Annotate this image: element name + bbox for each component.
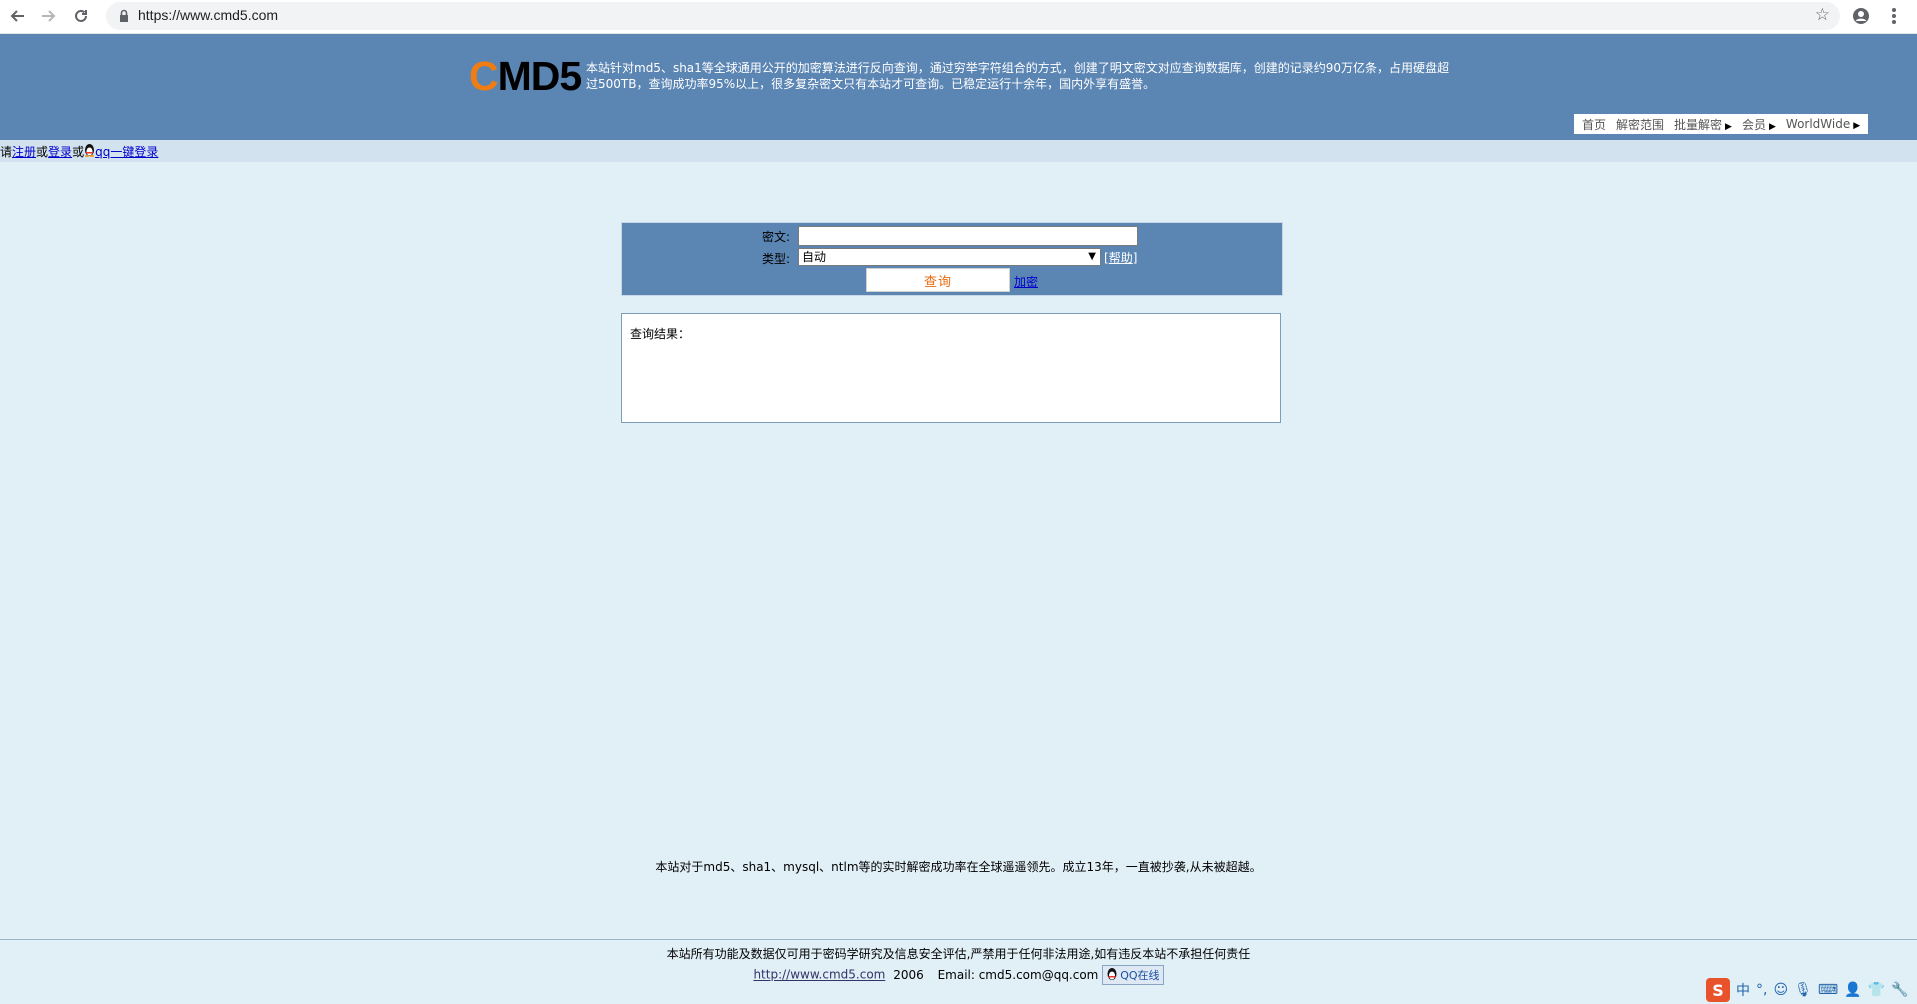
- ime-language[interactable]: 中: [1736, 980, 1750, 1000]
- emoji-icon[interactable]: ☺: [1773, 982, 1788, 998]
- cipher-label: 密文:: [761, 230, 790, 244]
- login-line: 请注册或登录或 qq一键登录: [0, 143, 159, 159]
- caret-right-icon: ▶: [1725, 121, 1732, 132]
- site-link[interactable]: http://www.cmd5.com: [753, 968, 885, 982]
- query-button[interactable]: 查询: [866, 268, 1010, 292]
- lock-icon: [116, 8, 132, 24]
- reload-icon[interactable]: [69, 4, 93, 28]
- footer-year: 2006: [893, 967, 924, 982]
- punctuation-icon[interactable]: °,: [1756, 982, 1767, 998]
- nav-worldwide[interactable]: WorldWide ▶: [1786, 117, 1860, 131]
- login-strip: 请注册或登录或 qq一键登录: [0, 140, 1917, 162]
- browser-toolbar: https://www.cmd5.com ☆: [0, 0, 1917, 34]
- type-label: 类型:: [761, 252, 790, 266]
- result-label: 查询结果：: [630, 327, 691, 341]
- login-link[interactable]: 登录: [48, 145, 72, 159]
- caret-right-icon: ▶: [1853, 121, 1861, 131]
- cipher-input[interactable]: [798, 226, 1138, 246]
- footer-email: Email: cmd5.com@qq.com: [937, 967, 1099, 982]
- tools-icon[interactable]: 🔧: [1891, 982, 1908, 998]
- register-link[interactable]: 注册: [12, 145, 36, 159]
- microphone-icon[interactable]: 🎙: [1794, 982, 1812, 998]
- footer-info: http://www.cmd5.com 2006 Email: cmd5.com…: [0, 965, 1917, 985]
- qq-penguin-icon: [84, 143, 95, 157]
- site-intro: 本站针对md5、sha1等全球通用公开的加密算法进行反向查询，通过穷举字符组合的…: [586, 61, 1450, 91]
- nav-member[interactable]: 会员 ▶: [1742, 116, 1776, 133]
- nav-batch-decrypt[interactable]: 批量解密 ▶: [1674, 116, 1732, 133]
- skin-icon[interactable]: 👕: [1868, 982, 1885, 998]
- sogou-ime-icon[interactable]: S: [1706, 978, 1730, 1002]
- qq-online-button[interactable]: QQ在线: [1102, 965, 1164, 985]
- forward-icon[interactable]: [37, 4, 61, 28]
- address-bar[interactable]: https://www.cmd5.com ☆: [106, 2, 1840, 30]
- ime-toolbar: S 中 °, ☺ 🎙 ⌨ 👤 👕 🔧: [1706, 978, 1908, 1002]
- qq-penguin-icon: [1106, 967, 1118, 984]
- nav-home[interactable]: 首页: [1582, 116, 1606, 133]
- bookmark-star-icon[interactable]: ☆: [1815, 5, 1830, 25]
- site-header: CMD5 本站针对md5、sha1等全球通用公开的加密算法进行反向查询，通过穷举…: [0, 34, 1917, 140]
- encrypt-link[interactable]: 加密: [1014, 273, 1038, 290]
- top-nav: 首页 解密范围 批量解密 ▶ 会员 ▶ WorldWide ▶: [1574, 114, 1869, 134]
- type-select[interactable]: 自动 ▼: [798, 248, 1101, 266]
- query-form: 密文: 类型: 自动 ▼ [帮助] 查询 加密: [621, 222, 1283, 296]
- site-logo[interactable]: CMD5: [469, 56, 582, 97]
- qq-login-link[interactable]: qq一键登录: [95, 145, 158, 159]
- site-claim: 本站对于md5、sha1、mysql、ntlm等的实时解密成功率在全球遥遥领先。…: [655, 860, 1262, 874]
- disclaimer: 本站所有功能及数据仅可用于密码学研究及信息安全评估,严禁用于任何非法用途,如有违…: [666, 947, 1251, 961]
- site-footer: 本站所有功能及数据仅可用于密码学研究及信息安全评估,严禁用于任何非法用途,如有违…: [0, 939, 1917, 1004]
- help-link[interactable]: [帮助]: [1104, 249, 1137, 266]
- nav-decrypt-range[interactable]: 解密范围: [1616, 116, 1664, 133]
- result-panel: 查询结果：: [621, 313, 1281, 423]
- dropdown-caret-icon: ▼: [1088, 251, 1096, 262]
- account-icon[interactable]: [1849, 4, 1873, 28]
- type-selected-value: 自动: [802, 250, 827, 264]
- keyboard-icon[interactable]: ⌨: [1818, 982, 1838, 998]
- menu-kebab-icon[interactable]: [1882, 4, 1906, 28]
- back-icon[interactable]: [5, 4, 29, 28]
- caret-right-icon: ▶: [1768, 121, 1776, 132]
- user-icon[interactable]: 👤: [1844, 982, 1861, 998]
- url-text: https://www.cmd5.com: [138, 7, 279, 23]
